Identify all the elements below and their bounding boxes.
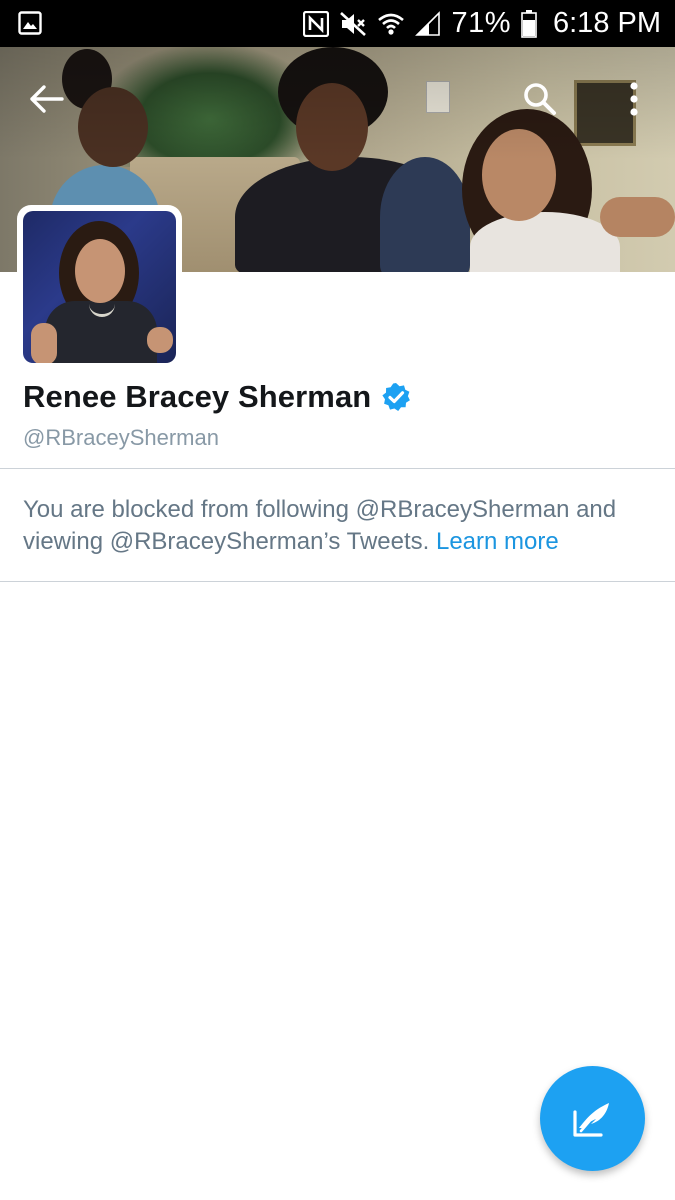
- compose-tweet-icon: [572, 1102, 609, 1137]
- avatar[interactable]: [23, 211, 176, 363]
- status-bar: 71% 6:18 PM: [0, 0, 675, 47]
- verified-badge-icon: [381, 382, 411, 412]
- compose-tweet-button[interactable]: [540, 1066, 645, 1171]
- profile-name: Renee Bracey Sherman: [23, 379, 372, 414]
- battery-icon: [521, 9, 537, 38]
- back-button[interactable]: [22, 79, 70, 119]
- divider: [0, 468, 675, 469]
- mute-icon: [339, 11, 367, 37]
- learn-more-link[interactable]: Learn more: [436, 528, 559, 555]
- battery-percent: 71%: [451, 7, 511, 39]
- arrow-left-icon: [30, 85, 64, 113]
- more-vertical-icon: [630, 82, 638, 116]
- blocked-notice: You are blocked from following @RBraceyS…: [23, 494, 653, 558]
- signal-icon: [415, 10, 441, 37]
- nfc-icon: [303, 10, 330, 37]
- gallery-notification-icon: [18, 11, 42, 40]
- search-button[interactable]: [518, 77, 562, 121]
- status-time: 6:18 PM: [553, 7, 661, 39]
- avatar-frame: [17, 205, 182, 369]
- divider: [0, 581, 675, 582]
- profile-handle: @RBraceySherman: [23, 425, 219, 450]
- profile-name-row: Renee Bracey Sherman: [23, 376, 411, 418]
- more-options-button[interactable]: [620, 77, 648, 121]
- search-icon: [524, 83, 556, 115]
- wifi-icon: [377, 11, 405, 37]
